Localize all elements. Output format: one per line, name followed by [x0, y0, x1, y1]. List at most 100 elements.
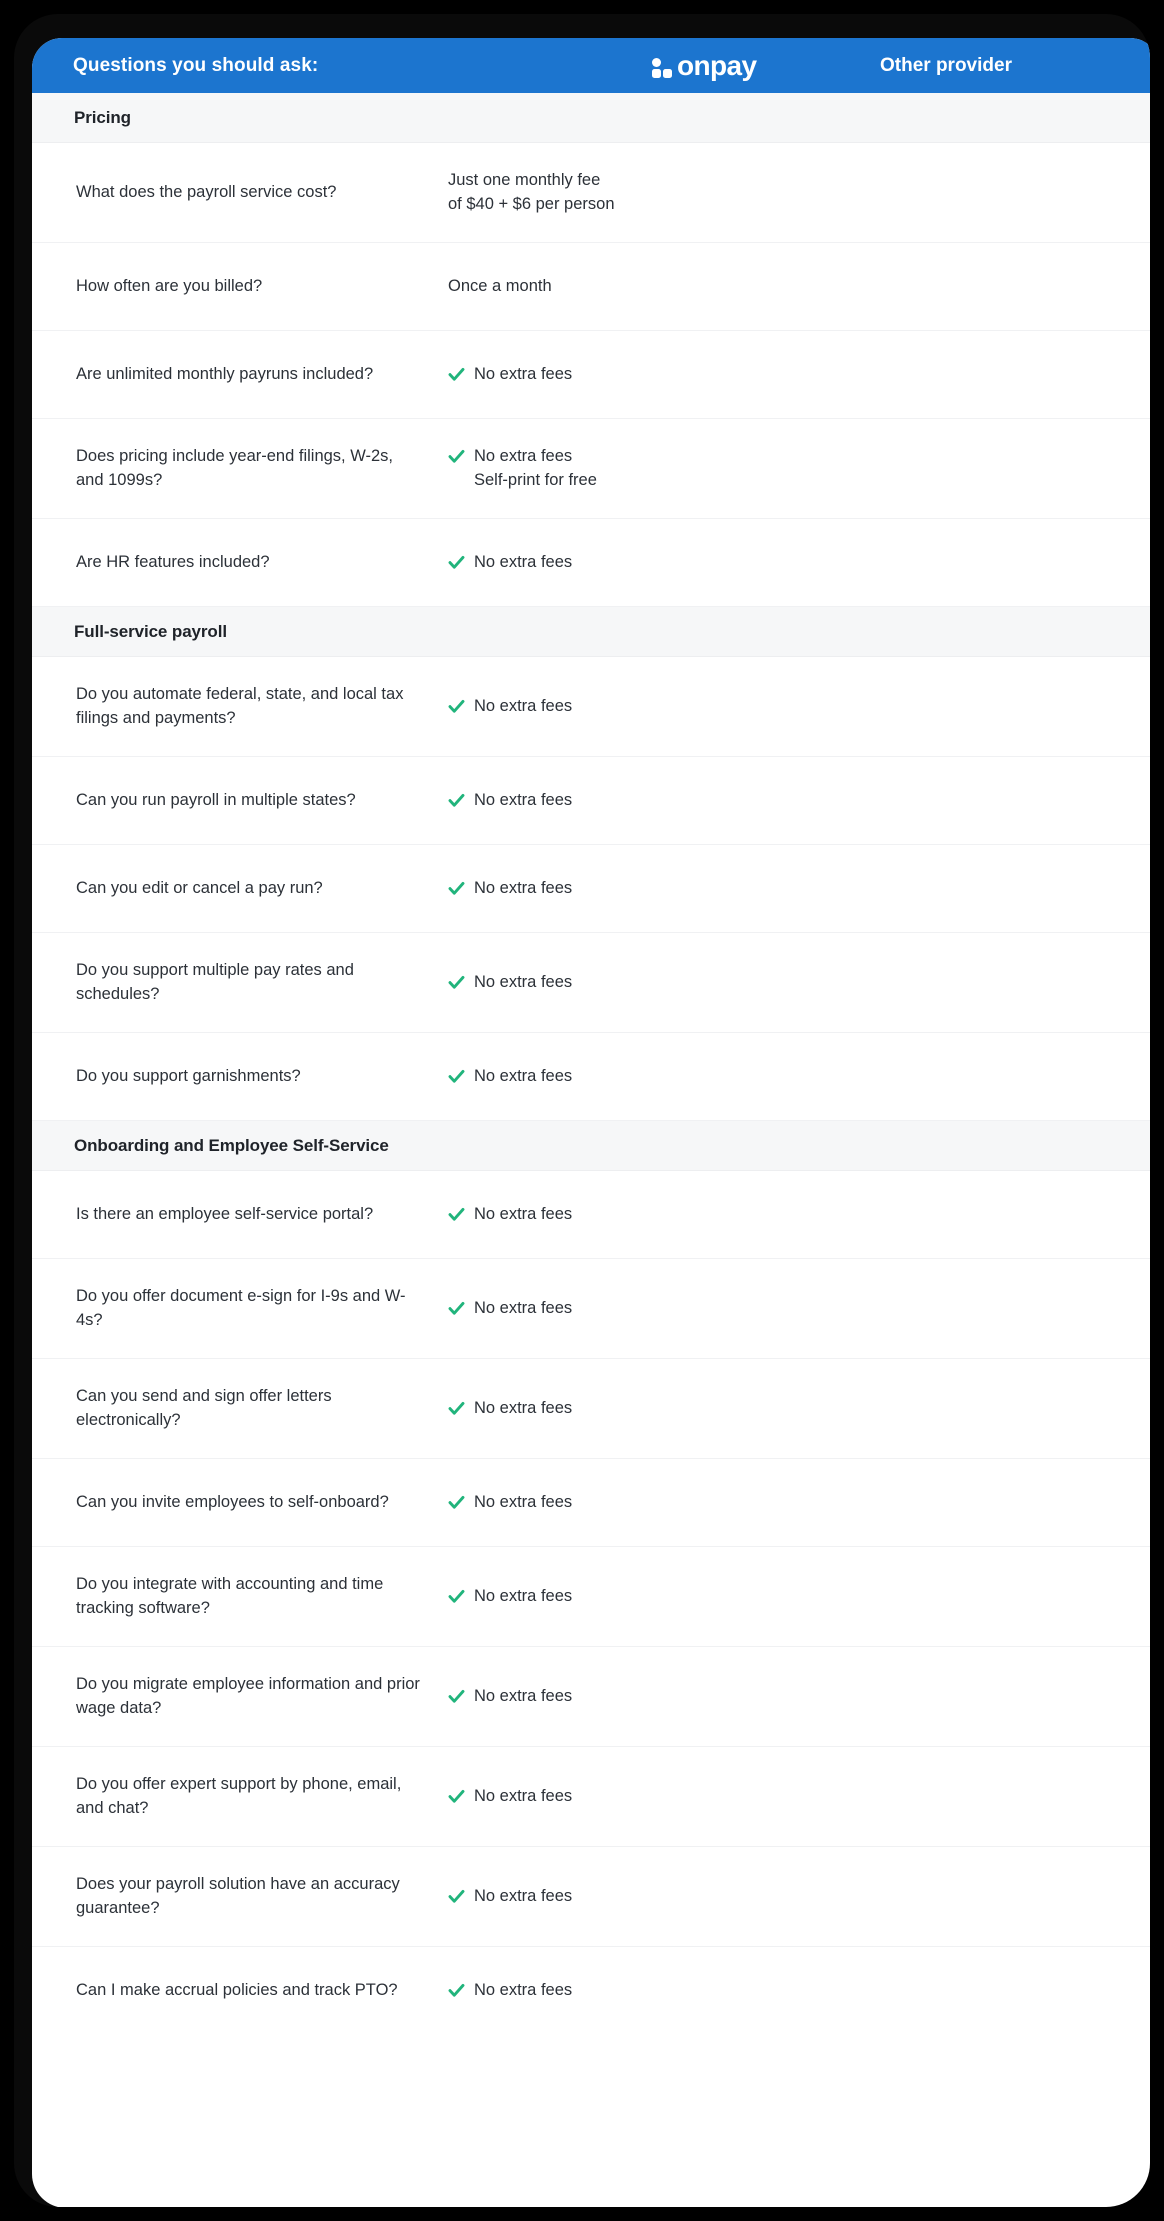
- row-question: Do you integrate with accounting and tim…: [76, 1575, 384, 1617]
- row-value-line-1: No extra fees: [474, 1586, 573, 1605]
- device-frame: Questions you should ask: onpay Other pr…: [0, 0, 1164, 2221]
- row-value-line-1: No extra fees: [474, 1398, 573, 1417]
- table-row: Are HR features included? No extra fees: [32, 519, 1150, 607]
- row-value-line-1: No extra fees: [474, 790, 573, 809]
- row-value-line-1: No extra fees: [474, 1066, 573, 1085]
- row-value-lines: No extra fees: [474, 1203, 572, 1226]
- row-value-lines: No extra fees: [474, 695, 572, 718]
- check-icon: [448, 1588, 465, 1605]
- row-value-line-1: No extra fees: [474, 972, 573, 991]
- row-onpay-value: No extra fees: [432, 789, 812, 812]
- row-question: Are HR features included?: [76, 552, 270, 571]
- row-question: Can you edit or cancel a pay run?: [76, 878, 323, 897]
- row-question: Do you offer document e-sign for I-9s an…: [76, 1287, 406, 1329]
- onpay-logo-dots-icon: [652, 58, 672, 78]
- table-row: Do you offer document e-sign for I-9s an…: [32, 1259, 1150, 1359]
- row-value-line-1: Just one monthly fee: [448, 171, 601, 190]
- row-onpay-value: No extra fees Self-print for free: [432, 445, 812, 492]
- header-other-provider-label: Other provider: [880, 54, 1012, 76]
- table-row: Do you automate federal, state, and loca…: [32, 657, 1150, 757]
- row-value-line-1: Once a month: [448, 276, 552, 295]
- row-value-lines: No extra fees: [474, 971, 572, 994]
- table-row: Can I make accrual policies and track PT…: [32, 1947, 1150, 2035]
- row-onpay-value: No extra fees: [432, 1979, 812, 2002]
- table-row: Can you invite employees to self-onboard…: [32, 1459, 1150, 1547]
- check-icon: [448, 1300, 465, 1317]
- table-row: Can you run payroll in multiple states? N…: [32, 757, 1150, 845]
- check-icon: [448, 1982, 465, 1999]
- table-row: How often are you billed? Once a month: [32, 243, 1150, 331]
- row-value-line-1: No extra fees: [474, 1981, 573, 2000]
- comparison-table-body: Pricing What does the payroll service cos…: [32, 93, 1150, 2035]
- row-value-lines: No extra fees: [474, 1685, 572, 1708]
- section-header: Full-service payroll: [32, 607, 1150, 657]
- onpay-logo-wordmark: onpay: [677, 49, 757, 81]
- row-value-lines: No extra fees: [474, 1785, 572, 1808]
- onpay-logo: onpay: [652, 49, 757, 81]
- check-icon: [448, 366, 465, 383]
- section-header: Onboarding and Employee Self-Service: [32, 1121, 1150, 1171]
- row-value-line-1: No extra fees: [474, 696, 573, 715]
- section-header: Pricing: [32, 93, 1150, 143]
- row-value-line-1: No extra fees: [474, 552, 573, 571]
- row-value-line-1: No extra fees: [474, 364, 573, 383]
- row-onpay-value: Just one monthly fee of $40 + $6 per pers…: [432, 169, 812, 216]
- check-icon: [448, 792, 465, 809]
- row-question: Does your payroll solution have an accur…: [76, 1875, 400, 1917]
- row-question: Do you migrate employee information and …: [76, 1675, 420, 1717]
- row-question: Can you invite employees to self-onboard…: [76, 1492, 389, 1511]
- row-value-line-1: No extra fees: [474, 447, 573, 466]
- table-row: Is there an employee self-service portal…: [32, 1171, 1150, 1259]
- check-icon: [448, 1888, 465, 1905]
- table-row: Do you support garnishments? No extra fee…: [32, 1033, 1150, 1121]
- row-onpay-value: No extra fees: [432, 1065, 812, 1088]
- row-question: Are unlimited monthly payruns included?: [76, 364, 374, 383]
- table-row: Do you migrate employee information and …: [32, 1647, 1150, 1747]
- check-icon: [448, 1688, 465, 1705]
- device-screen: Questions you should ask: onpay Other pr…: [14, 14, 1150, 2207]
- row-value-lines: Just one monthly fee of $40 + $6 per pers…: [448, 169, 615, 216]
- row-value-line-1: No extra fees: [474, 1204, 573, 1223]
- check-icon: [448, 974, 465, 991]
- row-onpay-value: No extra fees: [432, 971, 812, 994]
- row-value-lines: Once a month: [448, 275, 552, 298]
- check-icon: [448, 448, 465, 465]
- check-icon: [448, 1206, 465, 1223]
- table-row: Do you support multiple pay rates and sc…: [32, 933, 1150, 1033]
- row-question: Is there an employee self-service portal…: [76, 1204, 374, 1223]
- row-question: Can you run payroll in multiple states?: [76, 790, 356, 809]
- header-questions-label: Questions you should ask:: [73, 54, 319, 76]
- check-icon: [448, 1400, 465, 1417]
- table-row: Does your payroll solution have an accur…: [32, 1847, 1150, 1947]
- table-row: Are unlimited monthly payruns included? N…: [32, 331, 1150, 419]
- row-question: Do you support garnishments?: [76, 1066, 301, 1085]
- row-value-line-1: No extra fees: [474, 1786, 573, 1805]
- row-question: How often are you billed?: [76, 276, 263, 295]
- section-header-label: Full-service payroll: [74, 621, 227, 641]
- row-value-lines: No extra fees: [474, 789, 572, 812]
- row-onpay-value: No extra fees: [432, 1397, 812, 1420]
- row-value-lines: No extra fees: [474, 551, 572, 574]
- row-onpay-value: No extra fees: [432, 1685, 812, 1708]
- section-header-label: Onboarding and Employee Self-Service: [74, 1135, 389, 1155]
- check-icon: [448, 1494, 465, 1511]
- table-row: What does the payroll service cost? Just …: [32, 143, 1150, 243]
- row-question: Do you offer expert support by phone, em…: [76, 1775, 402, 1817]
- comparison-card: Questions you should ask: onpay Other pr…: [32, 38, 1150, 2207]
- section-header-label: Pricing: [74, 107, 131, 127]
- check-icon: [448, 698, 465, 715]
- row-question: Can I make accrual policies and track PT…: [76, 1981, 398, 2000]
- row-onpay-value: No extra fees: [432, 363, 812, 386]
- row-value-line-1: No extra fees: [474, 1492, 573, 1511]
- row-onpay-value: Once a month: [432, 275, 812, 298]
- row-value-lines: No extra fees: [474, 1297, 572, 1320]
- row-value-lines: No extra fees: [474, 1979, 572, 2002]
- row-value-line-1: No extra fees: [474, 1298, 573, 1317]
- row-value-lines: No extra fees Self-print for free: [474, 445, 597, 492]
- row-onpay-value: No extra fees: [432, 695, 812, 718]
- row-question: What does the payroll service cost?: [76, 182, 337, 201]
- row-question: Does pricing include year-end filings, W…: [76, 447, 394, 489]
- check-icon: [448, 554, 465, 571]
- row-onpay-value: No extra fees: [432, 1585, 812, 1608]
- row-question: Can you send and sign offer letters elec…: [76, 1387, 332, 1429]
